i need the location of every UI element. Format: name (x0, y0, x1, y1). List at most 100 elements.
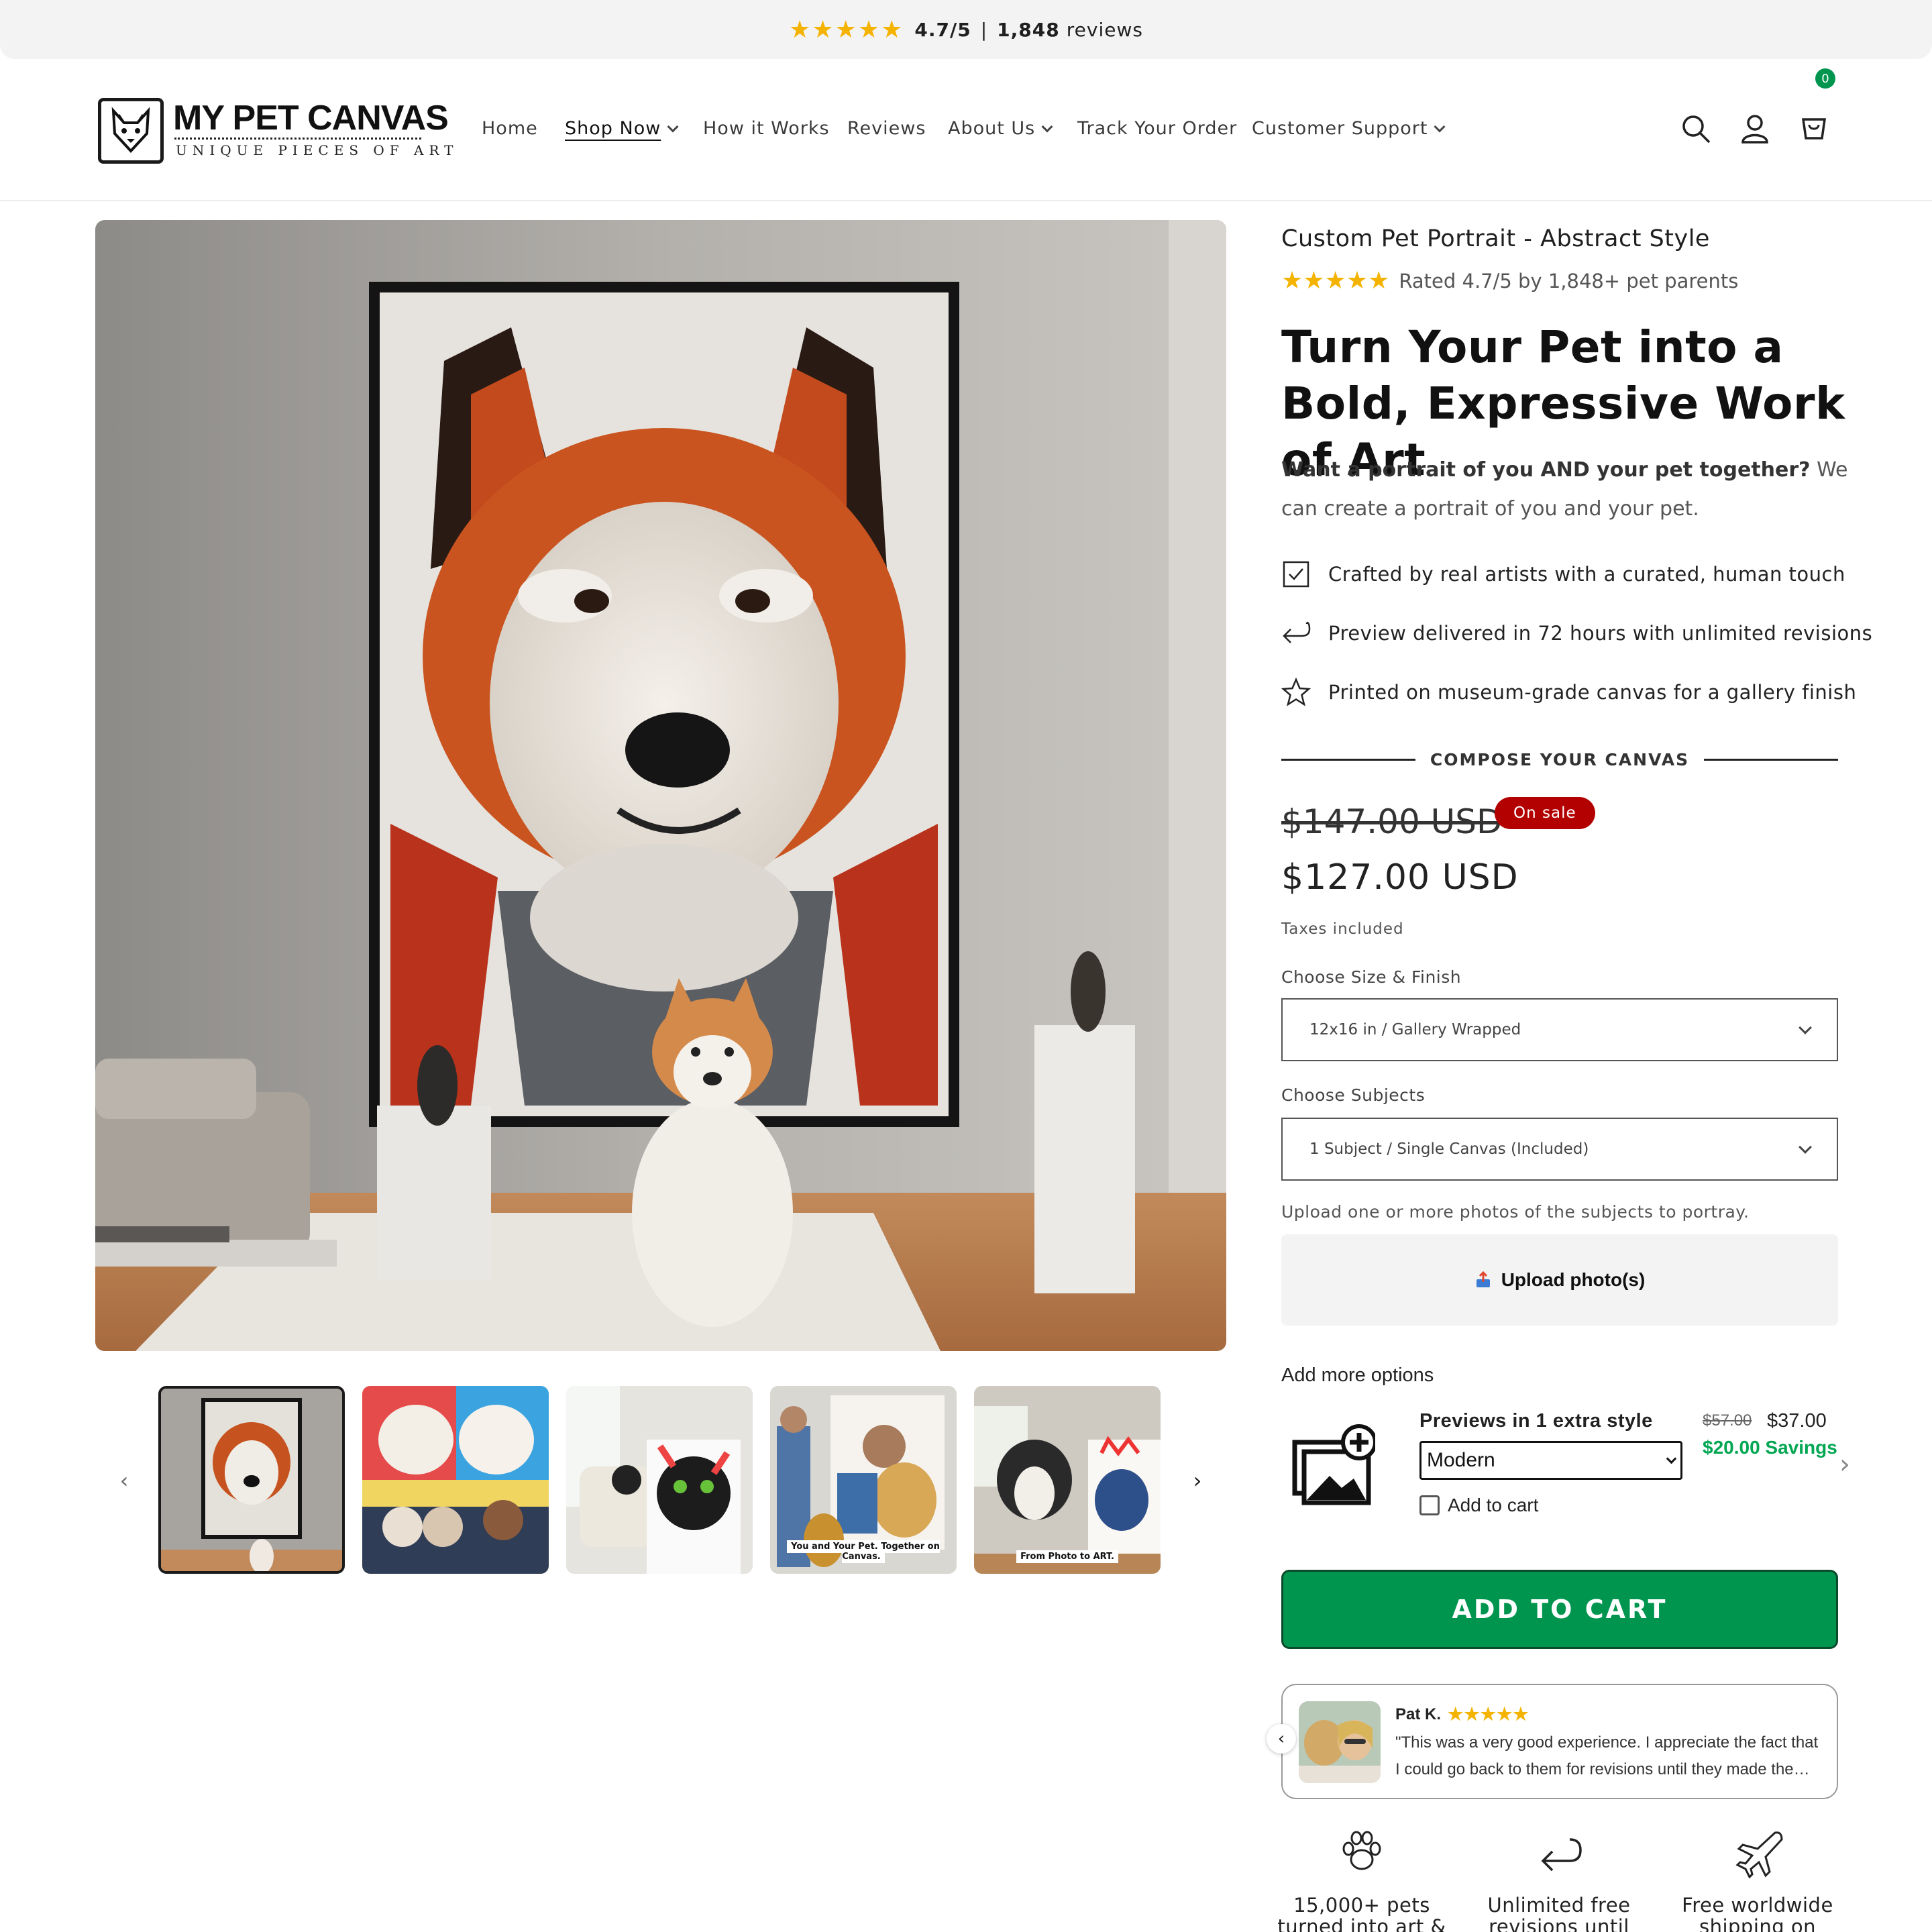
option-savings: $20.00 Savings (1703, 1437, 1837, 1458)
chevron-down-icon (1041, 121, 1053, 132)
add-to-cart-button[interactable]: ADD TO CART (1281, 1570, 1838, 1649)
rating-stars: ★★★★★ (789, 15, 904, 44)
thumbnail-caption: You and Your Pet. Together on Canvas. (770, 1540, 957, 1563)
star-outline-icon (1281, 678, 1311, 706)
gallery-prev-button[interactable]: ‹ (114, 1468, 134, 1493)
sale-badge: On sale (1495, 797, 1595, 829)
size-select-value: 12x16 in / Gallery Wrapped (1309, 1021, 1521, 1038)
chevron-down-icon (1799, 1140, 1812, 1154)
paw-icon (1342, 1831, 1381, 1870)
nav-home[interactable]: Home (482, 118, 538, 139)
feature-text: Preview delivered in 72 hours with unlim… (1328, 622, 1873, 645)
nav-how-it-works[interactable]: How it Works (703, 118, 830, 139)
announcement-count-label: reviews (1066, 18, 1143, 41)
review-prev-button[interactable]: ‹ (1267, 1724, 1296, 1754)
rating-stars: ★★★★★ (1281, 267, 1390, 294)
airplane-icon (1735, 1831, 1783, 1879)
gallery-thumbnail[interactable]: You and Your Pet. Together on Canvas. (770, 1386, 957, 1574)
nav-about-us[interactable]: About Us (948, 118, 1053, 139)
option-price: $37.00 (1767, 1410, 1827, 1432)
style-select[interactable]: Modern (1419, 1441, 1682, 1480)
nav-label: Reviews (847, 118, 926, 139)
divider (1704, 758, 1838, 761)
subjects-select-value: 1 Subject / Single Canvas (Included) (1309, 1140, 1589, 1158)
product-intro: Want a portrait of you AND your pet toge… (1281, 451, 1872, 529)
style-select-value: Modern (1427, 1449, 1495, 1471)
product-main-image[interactable] (95, 220, 1226, 1351)
chevron-down-icon (1434, 121, 1446, 132)
feature-item: Crafted by real artists with a curated, … (1281, 559, 1845, 589)
compose-heading: COMPOSE YOUR CANVAS (1281, 746, 1838, 773)
feature-item: Preview delivered in 72 hours with unlim… (1281, 619, 1872, 648)
benefit-text: 15,000+ pets turned into art & (1277, 1894, 1446, 1932)
taxes-note: Taxes included (1281, 920, 1404, 938)
nav-label: Track Your Order (1077, 118, 1238, 139)
nav-label: How it Works (703, 118, 830, 139)
divider (1281, 758, 1415, 761)
subjects-label: Choose Subjects (1281, 1085, 1426, 1105)
announcement-rating: 4.7/5 (914, 18, 971, 41)
nav-track-order[interactable]: Track Your Order (1077, 118, 1237, 139)
gallery-thumbnail[interactable] (158, 1386, 345, 1574)
site-header: MY PET CANVAS UNIQUE PIECES OF ART Home … (0, 59, 1932, 201)
size-label: Choose Size & Finish (1281, 967, 1462, 987)
upload-note: Upload one or more photos of the subject… (1281, 1202, 1750, 1222)
intro-bold: Want a portrait of you AND your pet toge… (1281, 458, 1811, 482)
upload-icon (1476, 1271, 1490, 1287)
thumbnail-caption: From Photo to ART. (974, 1550, 1161, 1563)
account-icon[interactable] (1739, 113, 1771, 145)
checkbox[interactable] (1419, 1495, 1440, 1515)
cart-icon[interactable] (1798, 113, 1830, 145)
benefit-text: Unlimited free revisions until (1487, 1894, 1631, 1932)
rating-text: Rated 4.7/5 by 1,848+ pet parents (1399, 269, 1739, 292)
checkbox-icon (1283, 561, 1309, 588)
option-add-to-cart-checkbox[interactable]: Add to cart (1419, 1495, 1538, 1516)
chevron-right-icon[interactable]: › (1839, 1449, 1850, 1480)
announcement-bar: ★★★★★ 4.7/5 | 1,848 reviews (0, 0, 1932, 59)
reviewer-photo (1299, 1701, 1381, 1783)
add-image-icon (1292, 1424, 1375, 1505)
gallery-thumbnail[interactable] (362, 1386, 549, 1574)
logo-divider (174, 138, 421, 140)
announcement-count: 1,848 (997, 18, 1060, 41)
benefit-item: Free worldwide shipping on (1657, 1825, 1858, 1932)
logo-icon[interactable] (98, 98, 164, 164)
chevron-down-icon (667, 121, 679, 132)
nav-label: Customer Support (1252, 118, 1428, 139)
nav-label: Shop Now (565, 118, 661, 139)
gallery-thumbnail[interactable] (566, 1386, 753, 1574)
gallery-next-button[interactable]: › (1187, 1468, 1208, 1493)
brand-tagline: UNIQUE PIECES OF ART (176, 142, 459, 158)
size-select[interactable]: 12x16 in / Gallery Wrapped (1281, 998, 1838, 1061)
cart-count-badge: 0 (1815, 68, 1835, 89)
checkbox-label: Add to cart (1448, 1495, 1539, 1515)
subjects-select[interactable]: 1 Subject / Single Canvas (Included) (1281, 1118, 1838, 1181)
reviewer-name: Pat K. ★★★★★ (1395, 1704, 1529, 1725)
gallery-thumbnail[interactable]: From Photo to ART. (974, 1386, 1161, 1574)
search-icon[interactable] (1680, 113, 1712, 145)
benefit-text: Free worldwide shipping on (1682, 1894, 1833, 1932)
benefit-item: 15,000+ pets turned into art & (1261, 1825, 1462, 1932)
brand-name[interactable]: MY PET CANVAS (173, 98, 449, 138)
reviewer-name-text: Pat K. (1395, 1705, 1442, 1723)
option-regular-price: $57.00 (1703, 1411, 1752, 1430)
product-rating[interactable]: ★★★★★ Rated 4.7/5 by 1,848+ pet parents (1281, 267, 1738, 294)
feature-item: Printed on museum-grade canvas for a gal… (1281, 678, 1856, 707)
regular-price: $147.00 USD (1281, 802, 1503, 841)
feature-text: Crafted by real artists with a curated, … (1328, 563, 1845, 586)
upload-label: Upload photo(s) (1501, 1269, 1646, 1290)
nav-label: Home (482, 118, 538, 139)
feature-text: Printed on museum-grade canvas for a gal… (1328, 681, 1857, 704)
sale-price: $127.00 USD (1281, 857, 1519, 898)
upload-photos-button[interactable]: Upload photo(s) (1281, 1234, 1838, 1326)
nav-customer-support[interactable]: Customer Support (1252, 118, 1446, 139)
option-title: Previews in 1 extra style (1419, 1410, 1653, 1432)
product-name: Custom Pet Portrait - Abstract Style (1281, 225, 1710, 252)
add-more-options-label: Add more options (1281, 1364, 1434, 1386)
benefit-item: Unlimited free revisions until (1458, 1825, 1660, 1932)
return-arrow-icon (1541, 1838, 1582, 1872)
nav-label: About Us (948, 118, 1036, 139)
nav-shop-now[interactable]: Shop Now (565, 118, 679, 139)
nav-reviews[interactable]: Reviews (847, 118, 926, 139)
chevron-down-icon (1666, 1453, 1677, 1464)
